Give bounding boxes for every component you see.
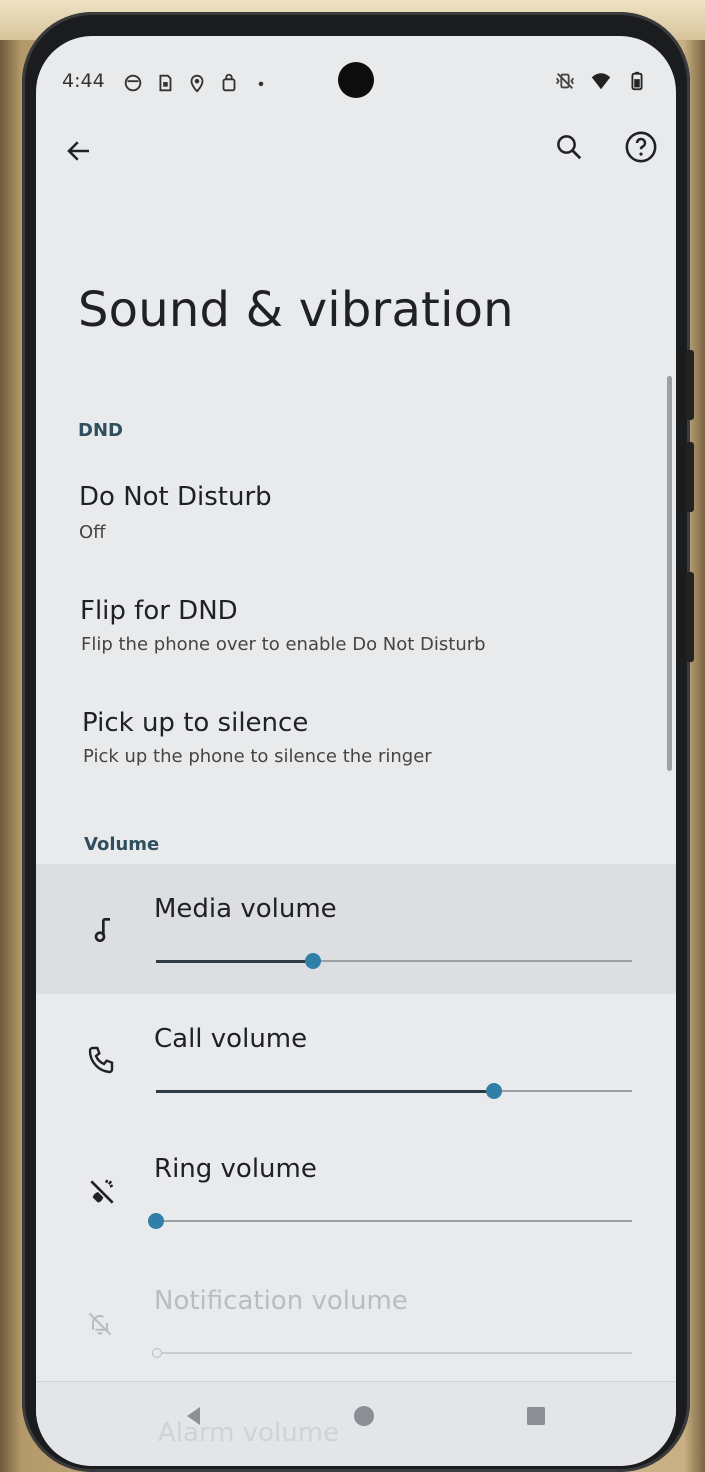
status-bar: 4:44: [36, 36, 676, 126]
ring-volume-thumb[interactable]: [148, 1213, 164, 1229]
pref-title: Pick up to silence: [82, 708, 309, 738]
back-arrow-icon[interactable]: [64, 136, 94, 166]
scrollbar[interactable]: [667, 376, 672, 771]
status-time: 4:44: [62, 70, 105, 92]
location-pin-icon: [190, 74, 204, 93]
ring-volume-row: Ring volume: [36, 1124, 676, 1254]
media-volume-row: Media volume: [36, 864, 676, 994]
nav-home-icon[interactable]: [352, 1404, 376, 1428]
media-volume-fill: [156, 959, 314, 963]
call-volume-thumb[interactable]: [485, 1083, 502, 1099]
pref-summary: Flip the phone over to enable Do Not Dis…: [81, 634, 486, 655]
call-volume-fill: [156, 1089, 494, 1093]
media-volume-thumb[interactable]: [305, 953, 322, 969]
pref-title: Flip for DND: [80, 596, 238, 626]
nav-recents-icon[interactable]: [524, 1404, 548, 1428]
notification-volume-slider: [152, 1348, 632, 1358]
ring-vibrate-icon: [90, 1179, 114, 1204]
wifi-icon: [591, 73, 611, 90]
search-icon[interactable]: [554, 132, 584, 162]
side-button-3: [686, 572, 694, 662]
bell-off-icon: [88, 1312, 112, 1336]
navigation-bar: Alarm volume: [36, 1381, 676, 1466]
help-icon[interactable]: [624, 130, 658, 164]
phone-icon: [88, 1046, 114, 1074]
notification-volume-label: Notification volume: [154, 1286, 408, 1316]
side-button-1: [686, 350, 694, 420]
page-title: Sound & vibration: [78, 282, 514, 338]
status-right-icons: [554, 70, 648, 92]
media-volume-label: Media volume: [154, 894, 337, 924]
media-volume-slider[interactable]: [156, 953, 632, 969]
more-dot-icon: [258, 81, 264, 87]
ring-volume-slider[interactable]: [148, 1213, 632, 1229]
front-camera: [338, 62, 374, 98]
pref-title: Do Not Disturb: [79, 482, 272, 512]
section-header-volume: Volume: [84, 834, 160, 855]
vibrate-off-icon: [555, 73, 575, 89]
call-volume-row: Call volume: [36, 994, 676, 1124]
battery-icon: [631, 71, 643, 91]
pref-summary: Off: [79, 522, 106, 543]
notification-volume-thumb: [152, 1348, 162, 1358]
section-header-dnd: DND: [78, 420, 123, 441]
side-button-2: [686, 442, 694, 512]
music-note-icon: [94, 918, 110, 942]
call-volume-label: Call volume: [154, 1024, 308, 1054]
pref-summary: Pick up the phone to silence the ringer: [83, 746, 432, 767]
ring-volume-label: Ring volume: [154, 1154, 317, 1184]
notification-face-icon: [124, 74, 142, 92]
sim-icon: [159, 74, 172, 92]
status-left-icons: [122, 72, 272, 94]
nav-back-icon[interactable]: [182, 1404, 206, 1428]
shopping-bag-icon: [222, 73, 236, 92]
notification-volume-row: Notification volume: [36, 1254, 676, 1384]
call-volume-slider[interactable]: [156, 1083, 632, 1099]
screen: 4:44 Sound & vibration DND Do Not Distur…: [36, 36, 676, 1466]
